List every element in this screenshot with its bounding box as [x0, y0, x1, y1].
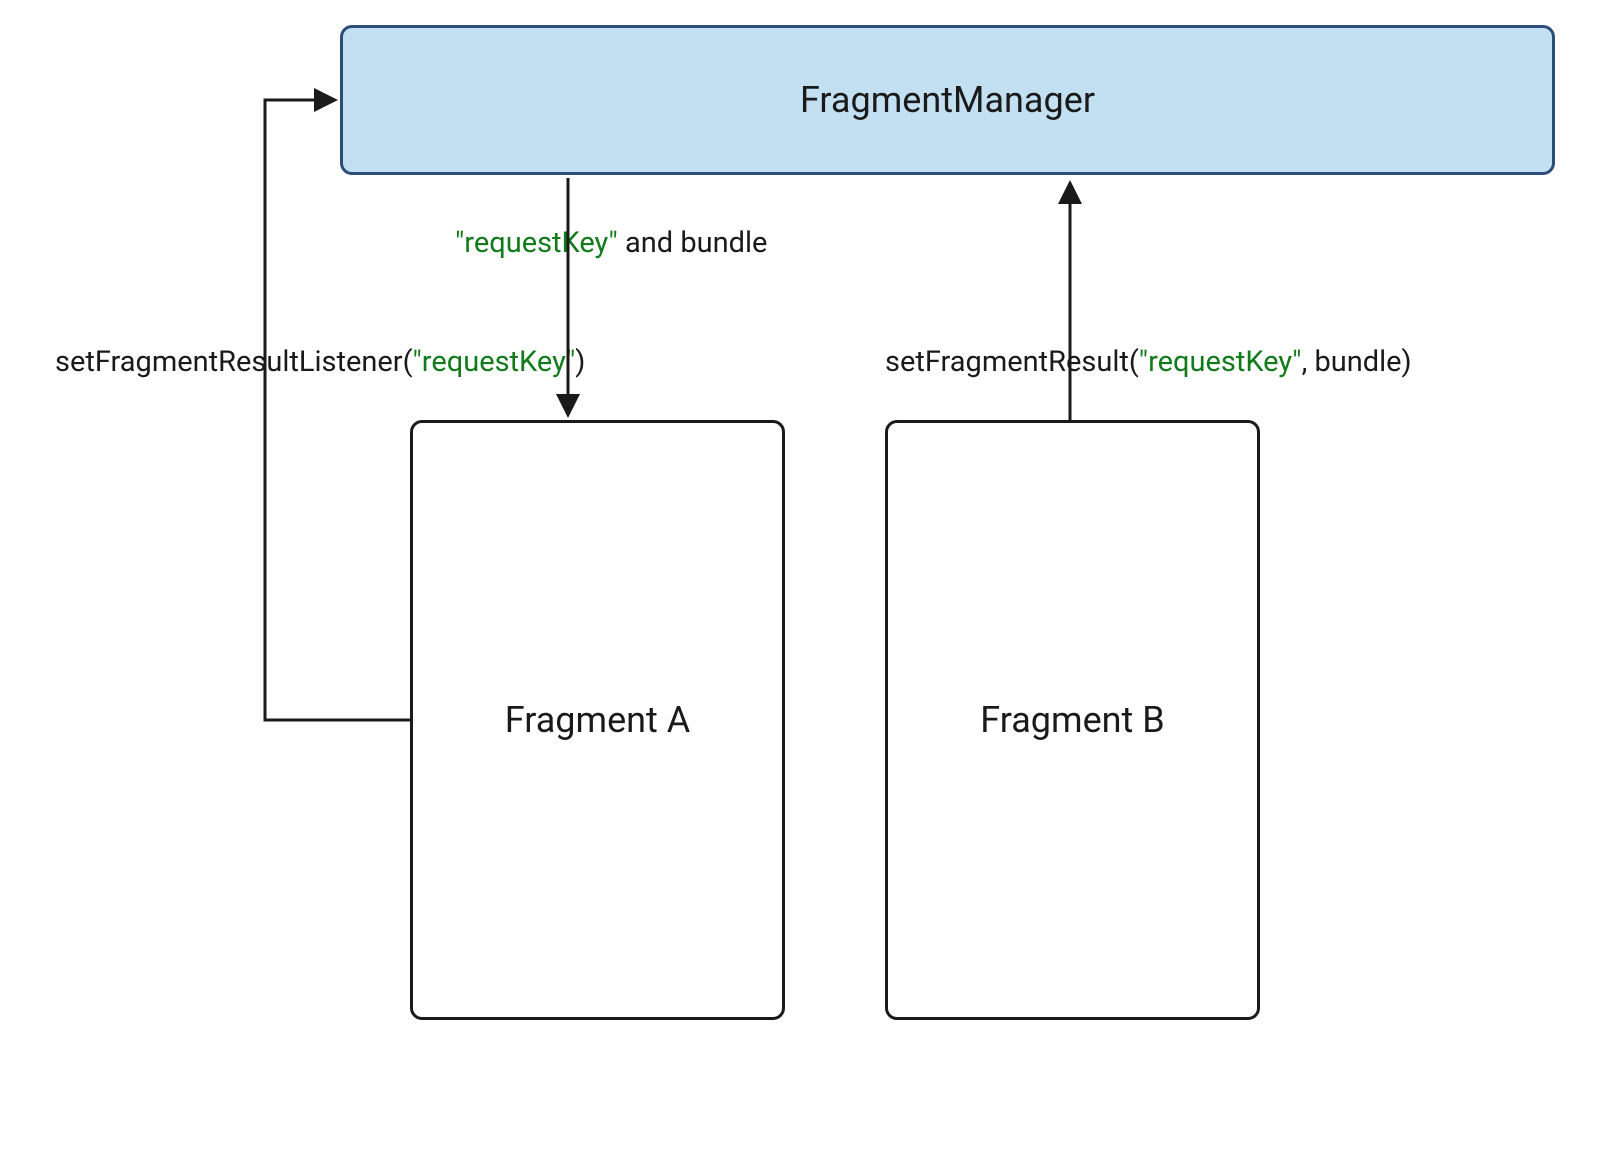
bundle-key: "requestKey" [455, 226, 618, 260]
listener-prefix: setFragmentResultListener( [55, 345, 413, 379]
bundle-label: "requestKey" and bundle [455, 226, 767, 260]
listener-suffix: ) [575, 345, 585, 379]
result-prefix: setFragmentResult( [885, 345, 1139, 379]
listener-key: "requestKey" [413, 345, 576, 379]
fragment-a-box: Fragment A [410, 420, 785, 1020]
result-label: setFragmentResult("requestKey", bundle) [885, 345, 1412, 379]
result-suffix: , bundle) [1302, 345, 1412, 379]
fragment-manager-label: FragmentManager [800, 79, 1095, 121]
result-key: "requestKey" [1139, 345, 1302, 379]
fragment-a-label: Fragment A [505, 699, 690, 741]
bundle-suffix: and bundle [618, 226, 768, 260]
listener-label: setFragmentResultListener("requestKey") [55, 345, 585, 379]
fragment-b-label: Fragment B [980, 699, 1164, 741]
fragment-manager-box: FragmentManager [340, 25, 1555, 175]
fragment-b-box: Fragment B [885, 420, 1260, 1020]
arrows-svg [0, 0, 1600, 1169]
arrow-listener [265, 100, 410, 720]
